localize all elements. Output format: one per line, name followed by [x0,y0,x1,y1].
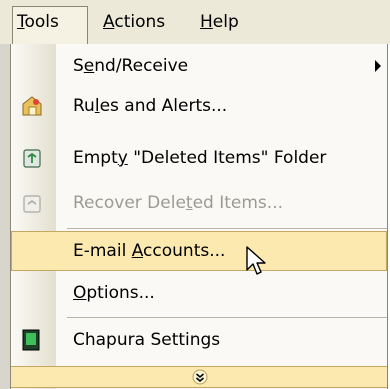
menu-item-rules-alerts[interactable]: Rules and Alerts... [11,86,387,126]
expand-menu-button[interactable] [11,366,387,388]
menu-tools[interactable]: Tools [12,6,88,44]
submenu-arrow-icon [375,60,381,72]
menu-actions-label: ctions [114,12,166,32]
menu-item-label: Chapura Settings [73,330,221,350]
menu-actions[interactable]: Actions [103,7,165,37]
menu-item-label: Rules and Alerts... [73,96,228,116]
menu-item-label: E-mail Accounts... [73,241,226,261]
menu-item-send-receive[interactable]: Send/Receive [11,46,387,86]
menu-bar: Tools Actions Help [0,0,390,44]
mouse-cursor-icon [246,246,266,275]
chapura-icon [22,329,40,351]
menu-item-label: Send/Receive [73,56,189,76]
menu-tools-accel: T [17,12,25,32]
rules-alerts-icon [22,96,42,116]
tools-dropdown-menu: Send/Receive Rules and Alerts... Empty "… [10,44,388,389]
menu-help-label: elp [212,12,239,32]
menu-item-options[interactable]: Options... [11,273,387,313]
menu-item-label: Recover Deleted Items... [73,193,283,213]
menu-item-email-accounts[interactable]: E-mail Accounts... [11,231,387,271]
double-chevron-down-icon [192,369,208,385]
menu-item-label: Empty "Deleted Items" Folder [73,148,327,168]
menu-item-label: Options... [73,283,155,303]
menu-item-chapura-settings[interactable]: Chapura Settings [11,320,387,360]
menu-help-accel: H [200,12,213,32]
menu-item-recover-deleted: Recover Deleted Items... [11,183,387,223]
recover-deleted-icon [23,195,41,213]
menu-actions-accel: A [103,12,115,32]
menu-separator [67,228,387,229]
menu-item-empty-deleted[interactable]: Empty "Deleted Items" Folder [11,138,387,178]
menu-separator [67,317,387,318]
menu-tools-label: ools [24,12,59,32]
recycle-bin-icon [23,149,41,168]
menu-help[interactable]: Help [200,7,239,37]
